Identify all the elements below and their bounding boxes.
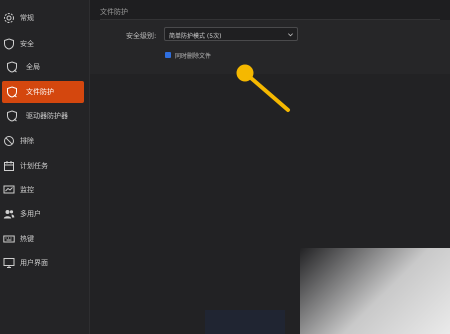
delete-files-checkbox[interactable] (165, 52, 171, 58)
sidebar: 常规 安全 全局 文件防护 驱动器防护器 排除 计划任务 监控 多用户 热键 用… (0, 0, 90, 334)
annotation-pointer-icon (236, 64, 292, 114)
sidebar-item-label: 用户界面 (20, 259, 48, 267)
sidebar-item-label: 计划任务 (20, 162, 48, 170)
divider (100, 19, 440, 20)
sidebar-item-drive-protection[interactable]: 驱动器防护器 (0, 105, 89, 127)
sidebar-item-label: 常规 (20, 14, 34, 22)
sidebar-item-security[interactable]: 安全 (0, 33, 89, 55)
sidebar-item-hotkeys[interactable]: 热键 (0, 228, 89, 250)
shield-icon (3, 38, 15, 50)
calendar-icon (3, 160, 15, 172)
sidebar-item-scheduled-tasks[interactable]: 计划任务 (0, 155, 89, 177)
sidebar-item-label: 文件防护 (26, 88, 54, 96)
sidebar-item-exclusions[interactable]: 排除 (0, 130, 89, 152)
sidebar-item-label: 多用户 (20, 210, 41, 218)
sidebar-item-label: 安全 (20, 40, 34, 48)
block-icon (3, 135, 15, 147)
sidebar-item-label: 全局 (26, 63, 40, 71)
security-level-value: 简单防护模式 (5次) (169, 33, 222, 40)
sidebar-item-label: 排除 (20, 137, 34, 145)
watermark-overlay (300, 248, 450, 334)
security-level-label: 安全级别: (126, 32, 157, 40)
chevron-down-icon (287, 31, 294, 38)
users-icon (3, 208, 15, 220)
sidebar-item-user-interface[interactable]: 用户界面 (0, 252, 89, 274)
gear-icon (3, 12, 15, 24)
sidebar-item-general[interactable]: 常规 (0, 7, 89, 29)
section-title: 文件防护 (100, 8, 128, 16)
drive-shield-icon (6, 110, 18, 122)
delete-files-label: 同时删除文件 (175, 53, 212, 60)
shield-refresh-icon (6, 61, 18, 73)
display-icon (3, 257, 15, 269)
app-window: 常规 安全 全局 文件防护 驱动器防护器 排除 计划任务 监控 多用户 热键 用… (0, 0, 450, 334)
sidebar-item-monitoring[interactable]: 监控 (0, 179, 89, 201)
sidebar-item-multi-user[interactable]: 多用户 (0, 203, 89, 225)
sidebar-item-global[interactable]: 全局 (0, 56, 89, 78)
sidebar-item-label: 监控 (20, 186, 34, 194)
sidebar-item-file-protection[interactable]: 文件防护 (2, 81, 84, 103)
file-shield-icon (6, 86, 18, 98)
sidebar-item-label: 热键 (20, 235, 34, 243)
security-level-select[interactable]: 简单防护模式 (5次) (164, 27, 298, 41)
keyboard-icon (3, 233, 15, 245)
monitor-icon (3, 184, 15, 196)
sidebar-item-label: 驱动器防护器 (26, 112, 68, 120)
main-panel: 文件防护 安全级别: 简单防护模式 (5次) 同时删除文件 (90, 0, 450, 334)
blurred-region (205, 310, 285, 334)
